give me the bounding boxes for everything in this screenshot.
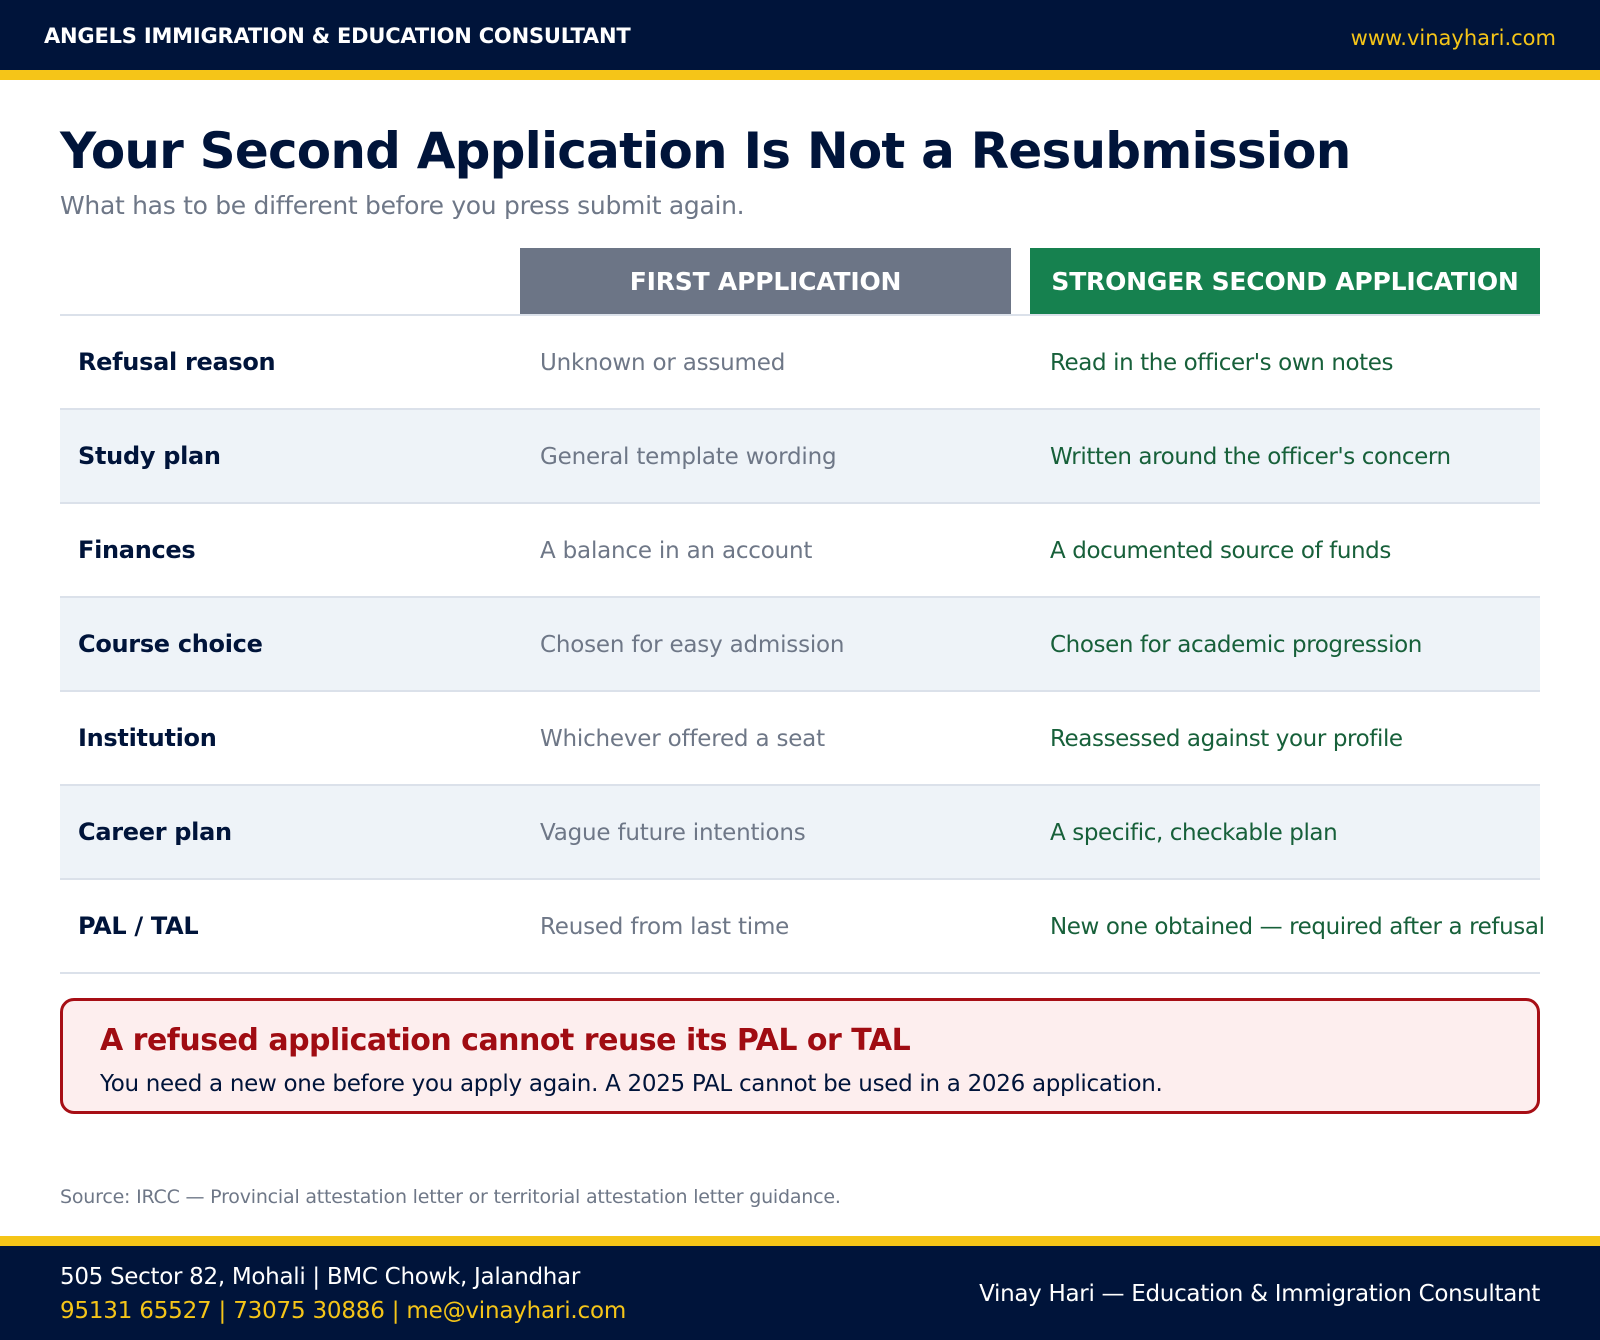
brand-name: ANGELS IMMIGRATION & EDUCATION CONSULTAN… bbox=[44, 24, 631, 48]
second-application-cell: Written around the officer's concern bbox=[1050, 444, 1451, 470]
second-application-cell: Read in the officer's own notes bbox=[1050, 350, 1394, 376]
bottom-accent-stripe bbox=[0, 1236, 1600, 1246]
row-label: Refusal reason bbox=[78, 348, 276, 376]
second-application-cell: Reassessed against your profile bbox=[1050, 726, 1403, 752]
comparison-table: Refusal reason Unknown or assumed Read i… bbox=[60, 316, 1545, 974]
top-accent-stripe bbox=[0, 70, 1600, 80]
second-application-cell: New one obtained — required after a refu… bbox=[1050, 914, 1545, 940]
second-application-cell: Chosen for academic progression bbox=[1050, 632, 1422, 658]
first-application-cell: Vague future intentions bbox=[540, 820, 806, 846]
first-application-cell: Chosen for easy admission bbox=[540, 632, 845, 658]
page: ANGELS IMMIGRATION & EDUCATION CONSULTAN… bbox=[0, 0, 1600, 1340]
first-application-cell: General template wording bbox=[540, 444, 837, 470]
website-link[interactable]: www.vinayhari.com bbox=[1351, 26, 1556, 50]
footer-tagline: Vinay Hari — Education & Immigration Con… bbox=[979, 1281, 1540, 1307]
table-row: Institution Whichever offered a seat Rea… bbox=[60, 692, 1540, 786]
footer: 505 Sector 82, Mohali | BMC Chowk, Jalan… bbox=[0, 1246, 1600, 1340]
pal-warning-box: A refused application cannot reuse its P… bbox=[60, 998, 1540, 1114]
footer-contact[interactable]: 95131 65527 | 73075 30886 | me@vinayhari… bbox=[60, 1298, 626, 1324]
column-header-first-application: FIRST APPLICATION bbox=[520, 248, 1011, 314]
table-row: Career plan Vague future intentions A sp… bbox=[60, 786, 1540, 880]
first-application-cell: Whichever offered a seat bbox=[540, 726, 825, 752]
table-row: Refusal reason Unknown or assumed Read i… bbox=[60, 316, 1540, 410]
warning-text: You need a new one before you apply agai… bbox=[100, 1071, 1163, 1097]
first-application-cell: Reused from last time bbox=[540, 914, 790, 940]
second-application-cell: A documented source of funds bbox=[1050, 538, 1391, 564]
page-title: Your Second Application Is Not a Resubmi… bbox=[60, 122, 1351, 180]
column-header-second-application: STRONGER SECOND APPLICATION bbox=[1030, 248, 1540, 314]
table-row: Course choice Chosen for easy admission … bbox=[60, 598, 1540, 692]
row-label: Finances bbox=[78, 536, 196, 564]
table-row: PAL / TAL Reused from last time New one … bbox=[60, 880, 1545, 974]
top-bar: ANGELS IMMIGRATION & EDUCATION CONSULTAN… bbox=[0, 0, 1600, 70]
row-label: Course choice bbox=[78, 630, 263, 658]
row-label: Career plan bbox=[78, 818, 232, 846]
warning-title: A refused application cannot reuse its P… bbox=[100, 1023, 911, 1058]
source-note: Source: IRCC — Provincial attestation le… bbox=[60, 1186, 841, 1208]
row-label: Study plan bbox=[78, 442, 221, 470]
row-label: PAL / TAL bbox=[78, 912, 199, 940]
first-application-cell: Unknown or assumed bbox=[540, 350, 786, 376]
second-application-cell: A specific, checkable plan bbox=[1050, 820, 1338, 846]
first-application-cell: A balance in an account bbox=[540, 538, 813, 564]
page-subtitle: What has to be different before you pres… bbox=[60, 191, 745, 220]
table-row: Finances A balance in an account A docum… bbox=[60, 504, 1540, 598]
table-row: Study plan General template wording Writ… bbox=[60, 410, 1540, 504]
row-label: Institution bbox=[78, 724, 217, 752]
footer-address: 505 Sector 82, Mohali | BMC Chowk, Jalan… bbox=[60, 1264, 581, 1290]
